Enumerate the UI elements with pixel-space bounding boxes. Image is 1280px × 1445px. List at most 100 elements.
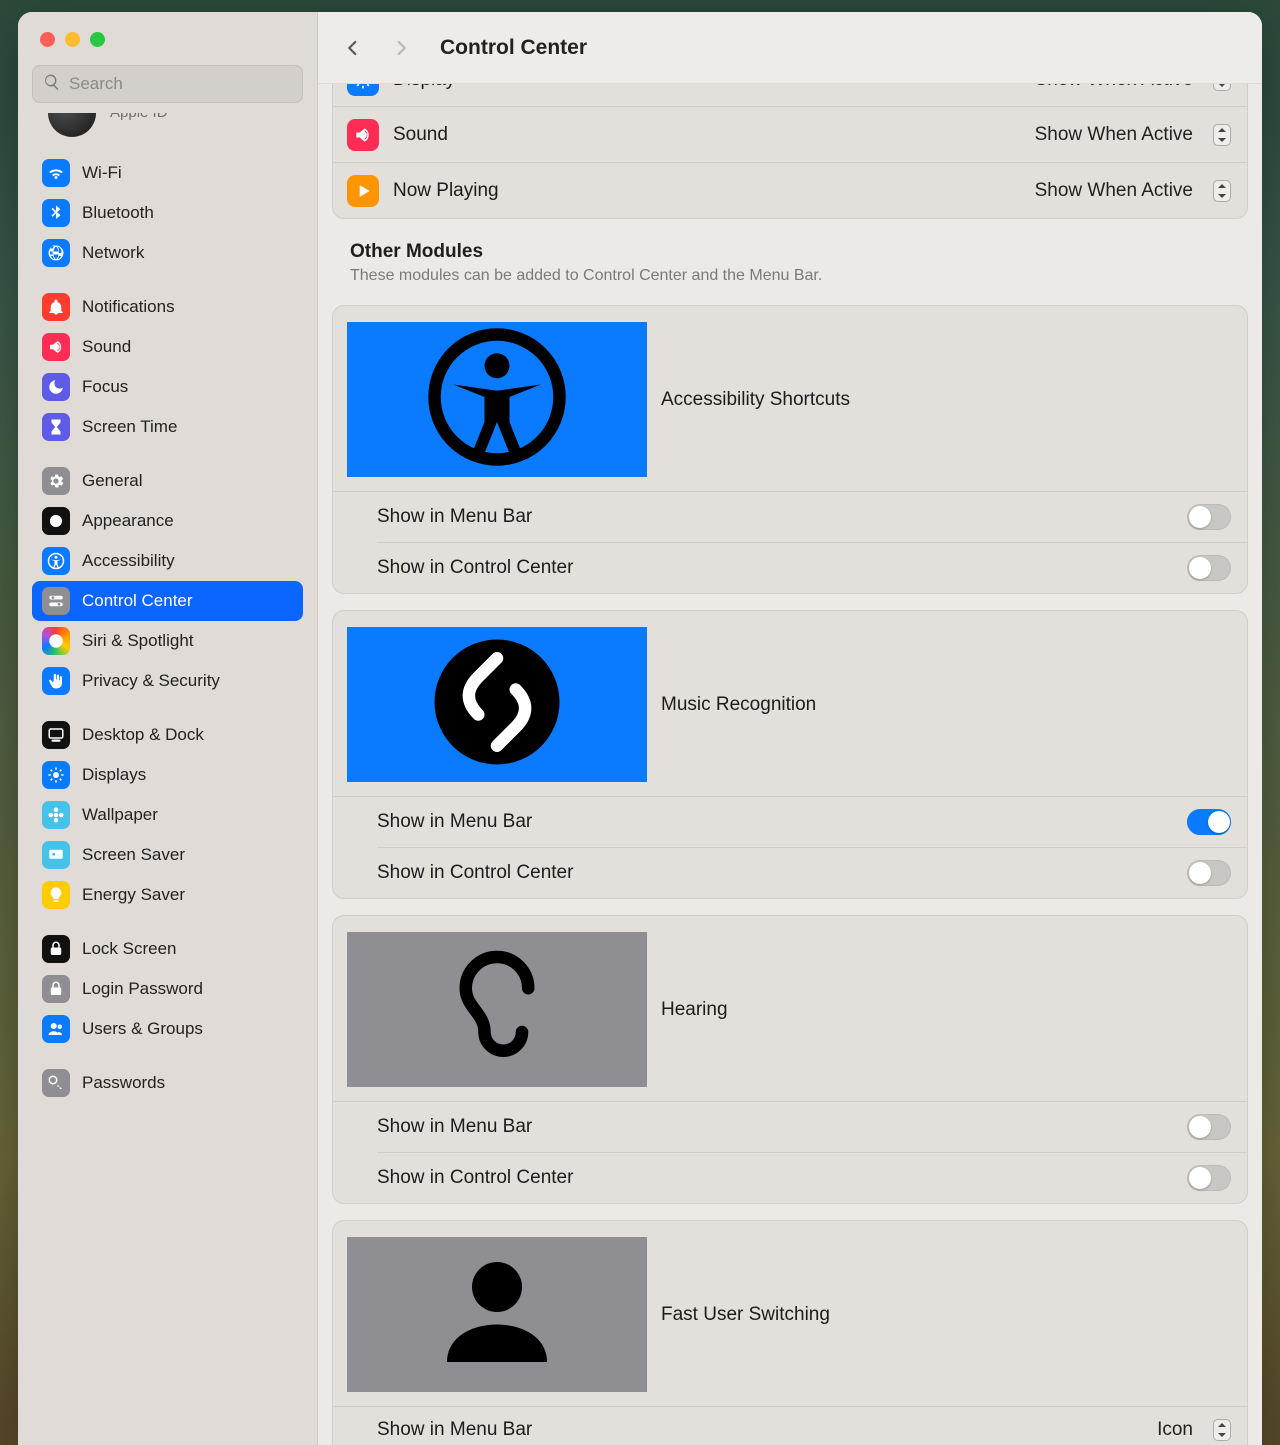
sidebar-item-screentime[interactable]: Screen Time: [32, 407, 303, 447]
module-row-nowplaying: Now PlayingShow When Active: [333, 162, 1247, 218]
sidebar-item-users[interactable]: Users & Groups: [32, 1009, 303, 1049]
sidebar-item-label: Desktop & Dock: [82, 725, 204, 745]
sidebar-item-label: Siri & Spotlight: [82, 631, 194, 651]
page-title: Control Center: [440, 36, 587, 60]
account-sub: Apple ID: [110, 113, 168, 121]
globe-icon: [42, 239, 70, 267]
search-input[interactable]: [69, 74, 292, 94]
toggle-music-menubar[interactable]: [1187, 809, 1231, 835]
lock-icon: [42, 935, 70, 963]
search-icon: [43, 73, 61, 96]
key-icon: [42, 1069, 70, 1097]
sidebar-item-focus[interactable]: Focus: [32, 367, 303, 407]
sidebar-item-label: Login Password: [82, 979, 203, 999]
sidebar-item-label: Wi-Fi: [82, 163, 122, 183]
dropdown-stepper[interactable]: [1213, 1419, 1231, 1441]
sun-icon: [42, 761, 70, 789]
search-field[interactable]: [32, 65, 303, 103]
hourglass-icon: [42, 413, 70, 441]
module-row-display: Display Show When Active: [333, 84, 1247, 106]
nav-back-button[interactable]: [338, 33, 368, 63]
nav-forward-button[interactable]: [386, 33, 416, 63]
sidebar-item-energy[interactable]: Energy Saver: [32, 875, 303, 915]
sidebar-item-network[interactable]: Network: [32, 233, 303, 273]
sidebar-item-displays[interactable]: Displays: [32, 755, 303, 795]
dropdown-stepper[interactable]: [1213, 124, 1231, 146]
content: Control Center DisplayShow When ActiveSo…: [318, 12, 1262, 1445]
toggle-hearing-menubar[interactable]: [1187, 1114, 1231, 1140]
play-icon: [347, 175, 379, 207]
sidebar-item-lockscreen[interactable]: Lock Screen: [32, 929, 303, 969]
zoom-window-button[interactable]: [90, 32, 105, 47]
module-title: Fast User Switching: [661, 1304, 830, 1326]
module-title: Accessibility Shortcuts: [661, 389, 850, 411]
module-label: Display: [393, 84, 455, 91]
sidebar-item-loginpw[interactable]: Login Password: [32, 969, 303, 1009]
toggle-hearing-cc[interactable]: [1187, 1165, 1231, 1191]
shazam-icon: [347, 627, 647, 782]
menu-bar-modules-card: DisplayShow When ActiveSoundShow When Ac…: [332, 84, 1248, 219]
lock-icon: [42, 975, 70, 1003]
toggle-music-cc[interactable]: [1187, 860, 1231, 886]
module-label: Now Playing: [393, 180, 499, 202]
sidebar-item-desktop[interactable]: Desktop & Dock: [32, 715, 303, 755]
appearance-icon: [42, 507, 70, 535]
sidebar-item-label: Focus: [82, 377, 128, 397]
row-hearing-cc: Show in Control Center: [377, 1152, 1247, 1203]
gear-icon: [42, 467, 70, 495]
sidebar-item-wallpaper[interactable]: Wallpaper: [32, 795, 303, 835]
sidebar-item-wifi[interactable]: Wi-Fi: [32, 153, 303, 193]
bluetooth-icon: [42, 199, 70, 227]
module-card-a11y: Accessibility Shortcuts Show in Menu Bar…: [332, 305, 1248, 594]
sidebar-item-appearance[interactable]: Appearance: [32, 501, 303, 541]
sidebar-scroll[interactable]: Apple ID Wi-Fi BluetoothNetwork Notificati…: [18, 113, 317, 1445]
sidebar-item-label: Appearance: [82, 511, 174, 531]
sidebar-account[interactable]: Apple ID: [18, 117, 317, 147]
sidebar-item-label: Screen Time: [82, 417, 177, 437]
siri-icon: [42, 627, 70, 655]
row-music-cc: Show in Control Center: [377, 847, 1247, 898]
dropdown-stepper[interactable]: [1213, 180, 1231, 202]
module-card-hearing: Hearing Show in Menu Bar Show in Control…: [332, 915, 1248, 1204]
sidebar-item-screensaver[interactable]: Screen Saver: [32, 835, 303, 875]
row-label: Show in Menu Bar: [377, 811, 532, 833]
flower-icon: [42, 801, 70, 829]
sidebar-item-accessibility[interactable]: Accessibility: [32, 541, 303, 581]
switches-icon: [42, 587, 70, 615]
sidebar-item-label: Lock Screen: [82, 939, 177, 959]
dropdown-stepper[interactable]: [1213, 84, 1231, 91]
bulb-icon: [42, 881, 70, 909]
dropdown-value: Show When Active: [1035, 84, 1193, 91]
row-label: Show in Menu Bar: [377, 506, 532, 528]
module-title: Hearing: [661, 999, 728, 1021]
sidebar-item-bluetooth[interactable]: Bluetooth: [32, 193, 303, 233]
sidebar-item-label: Users & Groups: [82, 1019, 203, 1039]
sidebar-item-label: Displays: [82, 765, 146, 785]
sidebar-item-general[interactable]: General: [32, 461, 303, 501]
sidebar-item-notifications[interactable]: Notifications: [32, 287, 303, 327]
minimize-window-button[interactable]: [65, 32, 80, 47]
row-label: Show in Control Center: [377, 557, 573, 579]
sidebar-item-label: Accessibility: [82, 551, 175, 571]
sidebar-item-privacy[interactable]: Privacy & Security: [32, 661, 303, 701]
toggle-a11y-cc[interactable]: [1187, 555, 1231, 581]
toggle-a11y-menubar[interactable]: [1187, 504, 1231, 530]
sidebar-item-controlcenter[interactable]: Control Center: [32, 581, 303, 621]
sidebar-item-label: Screen Saver: [82, 845, 185, 865]
row-label: Show in Menu Bar: [377, 1419, 532, 1441]
wifi-icon: [42, 159, 70, 187]
sidebar-item-siri[interactable]: Siri & Spotlight: [32, 621, 303, 661]
module-title: Music Recognition: [661, 694, 816, 716]
close-window-button[interactable]: [40, 32, 55, 47]
sidebar-item-sound[interactable]: Sound: [32, 327, 303, 367]
module-card-music: Music Recognition Show in Menu Bar Show …: [332, 610, 1248, 899]
sidebar-item-label: Sound: [82, 337, 131, 357]
row-label: Show in Menu Bar: [377, 1116, 532, 1138]
sidebar-item-passwords[interactable]: Passwords: [32, 1063, 303, 1103]
sidebar-item-label: Notifications: [82, 297, 175, 317]
users-icon: [42, 1015, 70, 1043]
row-fastuser-menubar: Show in Menu Bar Icon: [377, 1407, 1247, 1445]
content-scroll[interactable]: DisplayShow When ActiveSoundShow When Ac…: [318, 84, 1262, 1445]
moon-icon: [42, 373, 70, 401]
speaker-icon: [347, 119, 379, 151]
